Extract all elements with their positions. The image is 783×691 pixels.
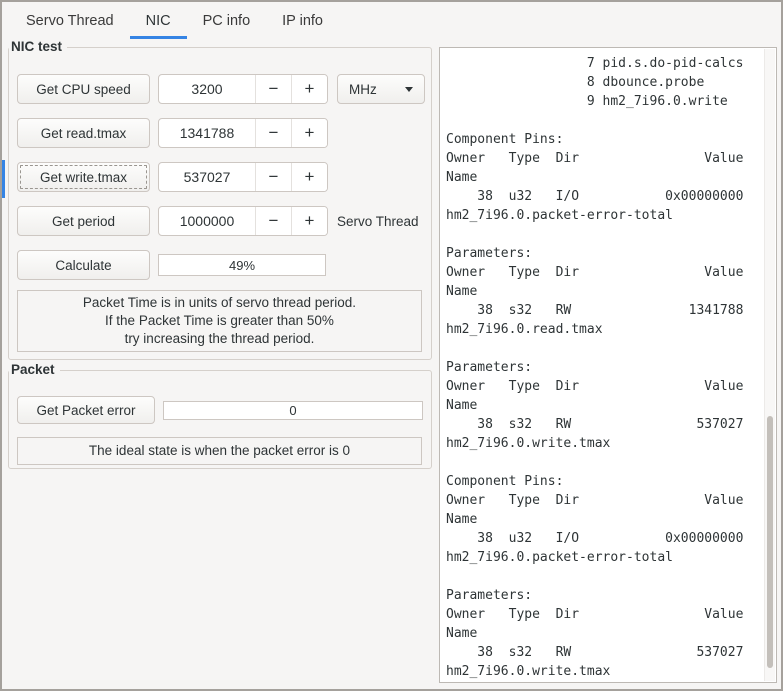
read-tmax-spinbox: 1341788 − + xyxy=(158,118,328,148)
read-tmax-increment-button[interactable]: + xyxy=(291,119,327,147)
read-tmax-decrement-button[interactable]: − xyxy=(255,119,291,147)
hal-output-panel[interactable]: 7 pid.s.do-pid-calcs 8 dbounce.probe 9 h… xyxy=(439,47,777,683)
nic-test-frame: NIC test Get CPU speed 3200 − + MHz Get … xyxy=(8,39,432,360)
get-read-tmax-button[interactable]: Get read.tmax xyxy=(17,118,150,148)
period-value[interactable]: 1000000 xyxy=(159,207,255,235)
packet-frame-title: Packet xyxy=(9,362,60,378)
period-decrement-button[interactable]: − xyxy=(255,207,291,235)
packet-time-progress: 49% xyxy=(158,254,326,276)
write-tmax-value[interactable]: 537027 xyxy=(159,163,255,191)
tab-ip-info[interactable]: IP info xyxy=(266,2,339,39)
nic-test-frame-title: NIC test xyxy=(9,39,68,55)
packet-time-note: Packet Time is in units of servo thread … xyxy=(17,290,422,352)
cpu-speed-value[interactable]: 3200 xyxy=(159,75,255,103)
write-tmax-increment-button[interactable]: + xyxy=(291,163,327,191)
left-edge-highlight xyxy=(2,160,5,198)
get-cpu-speed-button[interactable]: Get CPU speed xyxy=(17,74,150,104)
packet-error-value-field[interactable]: 0 xyxy=(163,401,423,420)
calculate-button[interactable]: Calculate xyxy=(17,250,150,280)
write-tmax-spinbox: 537027 − + xyxy=(158,162,328,192)
output-scrollbar-thumb[interactable] xyxy=(767,415,773,669)
cpu-unit-dropdown-value: MHz xyxy=(349,81,377,97)
app-window: Servo Thread NIC PC info IP info NIC tes… xyxy=(0,0,783,691)
packet-error-note: The ideal state is when the packet error… xyxy=(17,437,422,465)
write-tmax-decrement-button[interactable]: − xyxy=(255,163,291,191)
cpu-speed-spinbox: 3200 − + xyxy=(158,74,328,104)
tab-bar: Servo Thread NIC PC info IP info xyxy=(2,2,781,39)
get-packet-error-button[interactable]: Get Packet error xyxy=(17,396,155,424)
cpu-speed-increment-button[interactable]: + xyxy=(291,75,327,103)
tab-servo-thread[interactable]: Servo Thread xyxy=(10,2,130,39)
packet-frame: Packet Get Packet error 0 The ideal stat… xyxy=(8,362,432,469)
read-tmax-value[interactable]: 1341788 xyxy=(159,119,255,147)
hal-output-text[interactable]: 7 pid.s.do-pid-calcs 8 dbounce.probe 9 h… xyxy=(440,48,776,681)
get-write-tmax-button[interactable]: Get write.tmax xyxy=(17,162,150,192)
period-increment-button[interactable]: + xyxy=(291,207,327,235)
output-scrollbar[interactable] xyxy=(764,49,775,681)
tab-pc-info[interactable]: PC info xyxy=(187,2,267,39)
cpu-speed-decrement-button[interactable]: − xyxy=(255,75,291,103)
tab-nic[interactable]: NIC xyxy=(130,2,187,39)
cpu-unit-dropdown[interactable]: MHz xyxy=(337,74,425,104)
get-period-button[interactable]: Get period xyxy=(17,206,150,236)
period-spinbox: 1000000 − + xyxy=(158,206,328,236)
servo-thread-label: Servo Thread xyxy=(337,213,419,229)
chevron-down-icon xyxy=(405,86,413,92)
